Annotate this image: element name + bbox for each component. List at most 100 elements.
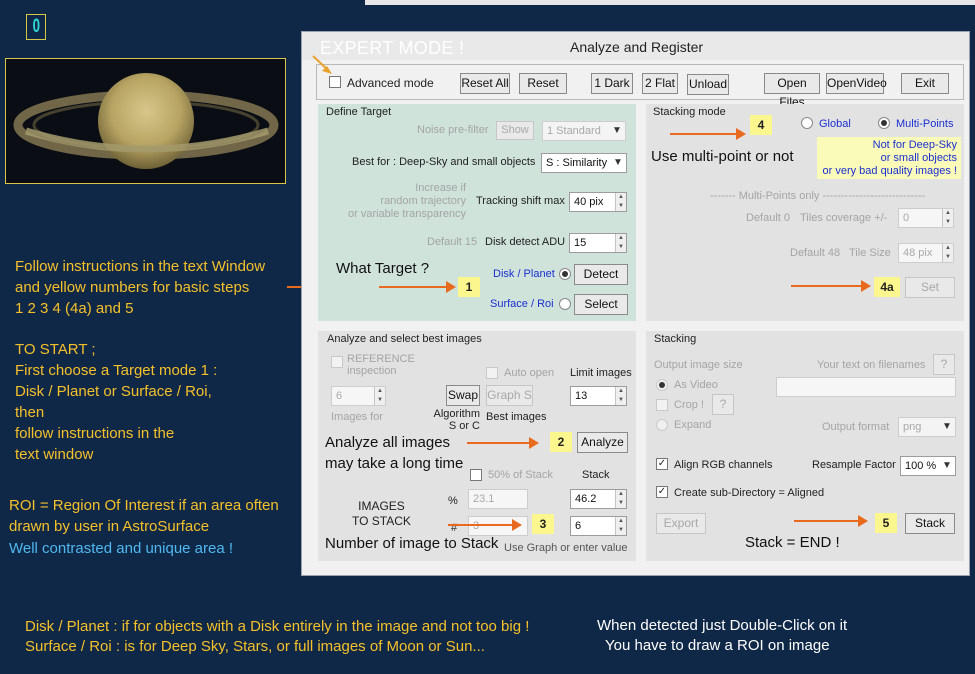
step5-arrow	[794, 515, 868, 527]
step4a-badge: 4a	[874, 277, 900, 297]
crop-help-button[interactable]: ?	[712, 394, 734, 415]
roi-tip: Well contrasted and unique area !	[9, 540, 234, 557]
multi-points-radio[interactable]	[878, 117, 890, 129]
tracking-shift-label: Tracking shift max	[476, 195, 565, 207]
limit-images-label: Limit images	[570, 367, 632, 379]
align-rgb-checkbox[interactable]: ✓	[656, 458, 668, 470]
step4-badge: 4	[750, 115, 772, 135]
limit-images-input[interactable]: 13 ▲ ▼	[570, 386, 627, 406]
step2-arrow	[467, 437, 539, 449]
multi-points-only-divider: ------- Multi-Points only --------------…	[710, 190, 926, 202]
two-flat-button[interactable]: 2 Flat	[642, 73, 678, 94]
best-for-label: Best for : Deep-Sky and small objects	[352, 156, 536, 168]
best-images-label: Best images	[486, 411, 547, 423]
stacking-panel: Stacking Output image size Your text on …	[646, 331, 964, 561]
one-dark-button[interactable]: 1 Dark	[591, 73, 633, 94]
tracking-shift-input[interactable]: 40 pix ▲ ▼	[569, 192, 627, 212]
global-radio[interactable]	[801, 117, 813, 129]
draw-roi-note: You have to draw a ROI on image	[605, 637, 830, 654]
select-button[interactable]: Select	[574, 294, 628, 315]
tile-size-input[interactable]: 48 pix ▲ ▼	[898, 243, 954, 263]
step3-arrow	[448, 519, 522, 531]
resample-label: Resample Factor	[812, 459, 896, 471]
saturn-graphic	[13, 73, 279, 169]
unload-button[interactable]: Unload	[687, 74, 729, 95]
global-label: Global	[819, 118, 851, 130]
show-button[interactable]: Show	[496, 121, 534, 140]
disk-planet-label: Disk / Planet	[493, 268, 555, 280]
step5-badge: 5	[875, 513, 897, 533]
analyze-panel: Analyze and select best images REFERENCE…	[318, 331, 636, 561]
toolbar: Advanced mode Reset All Reset 1 Dark 2 F…	[316, 64, 964, 109]
disk-detect-label: Disk detect ADU	[485, 236, 566, 248]
default-15-hint: Default 15	[427, 236, 478, 248]
open-video-button[interactable]: OpenVideo	[826, 73, 887, 94]
auto-open-label: Auto open	[504, 367, 555, 379]
number-to-stack-label: Number of image to Stack	[325, 535, 499, 552]
create-subdir-checkbox[interactable]: ✓	[656, 486, 668, 498]
stacking-mode-panel: Stacking mode Global Multi-Points Use mu…	[646, 104, 964, 321]
stack-percent-input[interactable]: 46.2 ▲ ▼	[570, 489, 627, 509]
saturn-preview-image	[5, 58, 286, 184]
tiles-coverage-input[interactable]: 0 ▲ ▼	[898, 208, 954, 228]
export-button[interactable]: Export	[656, 513, 706, 534]
resample-select[interactable]: 100 % ▼	[900, 456, 956, 476]
output-format-select[interactable]: png ▼	[898, 417, 956, 437]
expand-label: Expand	[674, 419, 712, 431]
tile-size-label: Tile Size	[849, 247, 891, 259]
surface-roi-radio[interactable]	[559, 298, 571, 310]
default-48-hint: Default 48	[790, 247, 841, 259]
exit-button[interactable]: Exit	[901, 73, 949, 94]
reference-checkbox[interactable]	[331, 356, 343, 368]
percent-of-stack-checkbox[interactable]	[470, 469, 482, 481]
text-help-button[interactable]: ?	[933, 354, 955, 375]
top-strip	[365, 0, 975, 5]
disk-planet-radio[interactable]	[559, 268, 571, 280]
stack-end-label: Stack = END !	[745, 534, 840, 551]
analyze-button[interactable]: Analyze	[577, 432, 628, 453]
step3-badge: 3	[532, 514, 554, 534]
advanced-mode-label: Advanced mode	[347, 76, 434, 90]
images-for-label: Images for	[331, 411, 383, 423]
noise-filter-select[interactable]: 1 Standard ▼	[542, 121, 626, 141]
graph-s-button[interactable]: Graph S	[486, 385, 533, 406]
disk-detect-input[interactable]: 15 ▲ ▼	[569, 233, 627, 253]
output-format-label: Output format	[822, 421, 890, 433]
what-target-label: What Target ?	[336, 260, 430, 277]
define-target-title: Define Target	[326, 106, 392, 118]
step1-badge: 1	[458, 277, 480, 297]
use-multi-point-label: Use multi-point or not	[651, 148, 794, 165]
filename-text-input[interactable]	[776, 377, 956, 397]
set-button[interactable]: Set	[905, 277, 955, 298]
percent-input[interactable]: 23.1	[468, 489, 528, 509]
images-to-stack-label: IMAGES TO STACK	[352, 499, 411, 528]
expand-radio[interactable]	[656, 419, 668, 431]
stack-number-input[interactable]: 6 ▲ ▼	[570, 516, 627, 536]
expert-mode-arrow-icon	[312, 55, 332, 74]
roi-note: ROI = Region Of Interest if an area ofte…	[9, 497, 279, 535]
expert-mode-label: EXPERT MODE !	[320, 38, 465, 58]
swap-button[interactable]: Swap	[446, 385, 480, 406]
similarity-select[interactable]: S : Similarity ▼	[541, 153, 627, 173]
detected-note: When detected just Double-Click on it	[597, 617, 848, 634]
reset-button[interactable]: Reset	[519, 73, 567, 94]
analyze-title: Analyze and select best images	[327, 333, 482, 345]
window-title: Analyze and Register	[570, 39, 704, 55]
crop-checkbox[interactable]	[656, 399, 668, 411]
detect-button[interactable]: Detect	[574, 264, 628, 285]
align-rgb-label: Align RGB channels	[674, 459, 773, 471]
reference-value-input[interactable]: 6 ▲ ▼	[331, 386, 386, 406]
auto-open-checkbox[interactable]	[486, 367, 498, 379]
step1-arrow	[379, 281, 456, 293]
default-0-hint: Default 0	[746, 212, 791, 224]
as-video-radio[interactable]	[656, 379, 668, 391]
use-graph-hint: Use Graph or enter value	[504, 542, 628, 554]
reset-all-button[interactable]: Reset All	[460, 73, 510, 94]
analyze-register-window: Analyze and Register Advanced mode Reset…	[301, 31, 970, 576]
stack-button[interactable]: Stack	[905, 513, 955, 534]
open-files-button[interactable]: Open Files	[764, 73, 820, 109]
stacking-mode-title: Stacking mode	[653, 106, 726, 118]
not-for-note: Not for Deep-Sky or small objects or ver…	[817, 137, 961, 179]
output-size-label: Output image size	[654, 359, 743, 371]
app-logo: 0	[26, 14, 46, 40]
